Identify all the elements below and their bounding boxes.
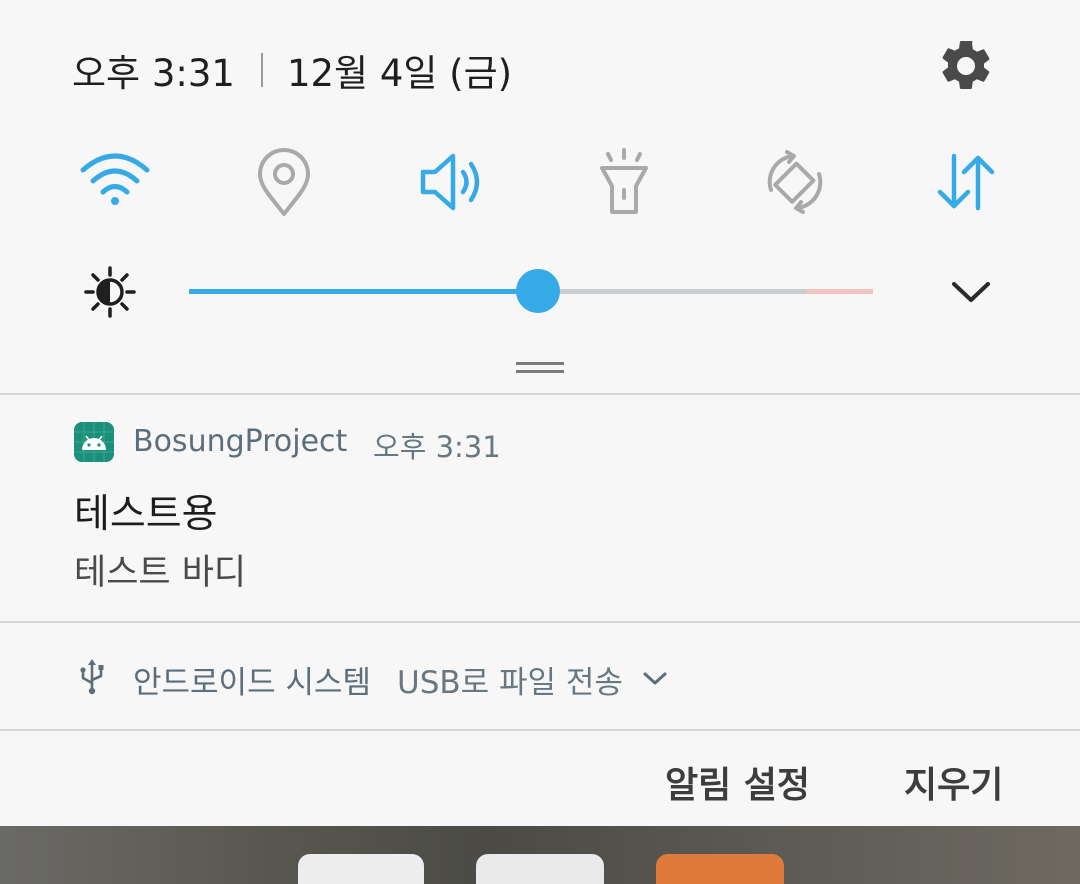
usb-notification-text: USB로 파일 전송	[397, 665, 623, 701]
sound-icon[interactable]	[415, 144, 491, 220]
brightness-icon	[84, 266, 136, 318]
usb-notification-app-name: 안드로이드 시스템	[133, 665, 372, 701]
brightness-track-empty[interactable]	[537, 289, 806, 294]
auto-rotate-icon[interactable]	[757, 144, 833, 220]
drag-handle-line-top[interactable]	[516, 362, 564, 365]
expand-chevron-icon[interactable]	[640, 666, 670, 690]
brightness-slider-thumb[interactable]	[515, 269, 560, 313]
notification-time: 오후 3:31	[373, 430, 501, 464]
android-app-icon	[74, 422, 114, 462]
notification-app-name: BosungProject	[133, 424, 348, 459]
flashlight-icon[interactable]	[586, 144, 662, 220]
home-screen-background	[0, 826, 1080, 884]
notification-settings-button[interactable]: 알림 설정	[665, 756, 810, 808]
home-app-icon	[298, 854, 424, 884]
wifi-icon[interactable]	[77, 144, 153, 220]
drag-handle-line-bottom[interactable]	[516, 370, 564, 373]
home-app-icon	[656, 854, 784, 884]
clear-all-button[interactable]: 지우기	[904, 756, 1003, 808]
header-separator	[260, 53, 263, 87]
chevron-down-icon[interactable]	[948, 272, 994, 312]
brightness-track-warning	[806, 289, 873, 294]
location-icon[interactable]	[246, 144, 322, 220]
notification-title: 테스트용	[74, 492, 218, 537]
mobile-data-icon[interactable]	[928, 144, 1004, 220]
home-app-icon	[476, 854, 604, 884]
brightness-track-filled[interactable]	[189, 289, 538, 294]
clock-time: 오후 3:31	[72, 52, 235, 95]
quick-settings-panel: 오후 3:31 12월 4일 (금)	[0, 0, 1080, 393]
gear-icon[interactable]	[936, 36, 996, 96]
usb-icon	[80, 659, 104, 695]
status-header: 오후 3:31 12월 4일 (금)	[72, 40, 512, 100]
notification-body: 테스트 바디	[74, 553, 247, 593]
date-label[interactable]: 12월 4일 (금)	[287, 43, 512, 97]
